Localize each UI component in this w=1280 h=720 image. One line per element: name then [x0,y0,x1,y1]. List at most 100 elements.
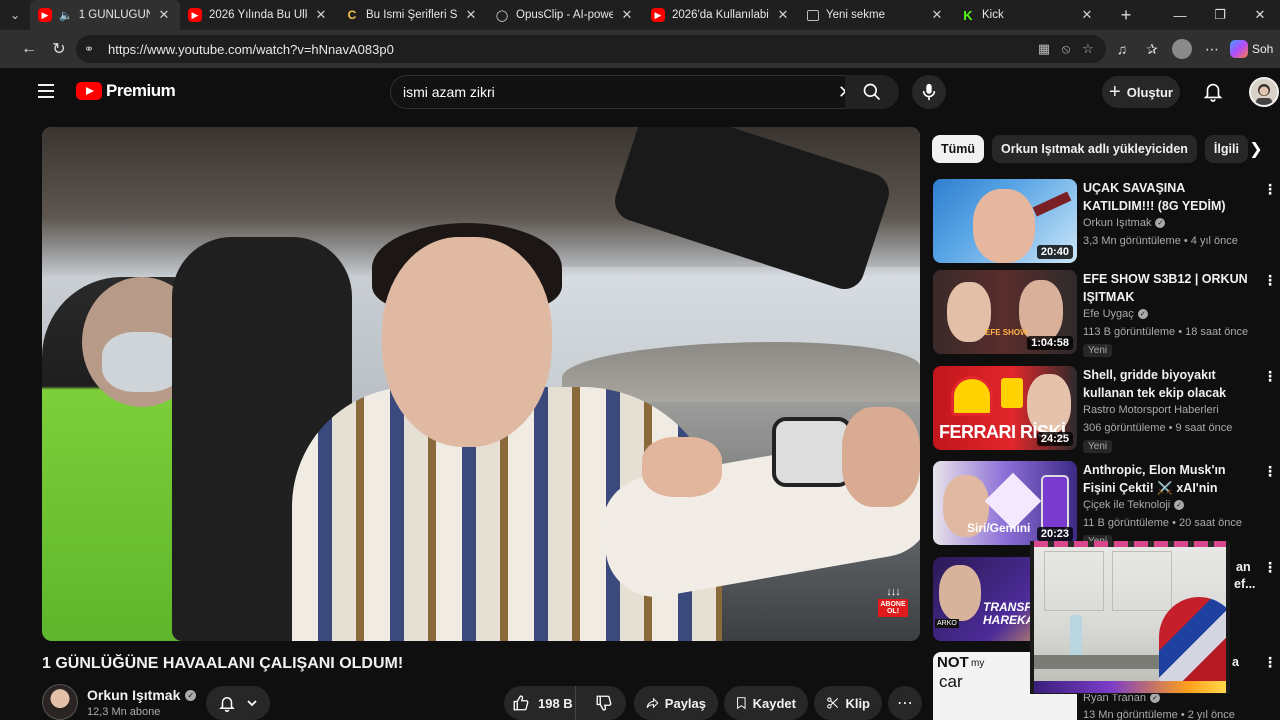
search-button[interactable] [845,75,899,109]
browser-tab-6[interactable]: Yeni sekme ✕ [799,0,953,30]
video-thumbnail[interactable]: FERRARI RİSKİ 24:25 [933,366,1077,450]
recommendation-meta: 113 B görüntüleme • 18 saat önce [1083,326,1249,338]
window-controls: — ❐ ✕ [1160,0,1280,30]
close-tab-icon[interactable]: ✕ [313,7,329,23]
browser-tab-7[interactable]: K Kick ✕ [953,0,1103,30]
video-duration: 1:04:58 [1027,336,1073,350]
voice-search-button[interactable] [912,75,946,109]
site-info-icon[interactable]: ⚭ [84,42,102,56]
streamer-figure [1159,597,1226,690]
close-tab-icon[interactable]: ✕ [929,7,945,23]
video-thumbnail[interactable]: EFE SHOW 1:04:58 [933,270,1077,354]
related-filter-chips: Tümü Orkun Işıtmak adlı yükleyiciden İlg… [932,135,1248,163]
favorites-icon[interactable]: ✰ [1140,34,1164,64]
kebab-menu-icon[interactable]: ⋮ [1263,272,1277,289]
share-label: Paylaş [664,695,706,711]
youtube-header: Premium ✕ + Oluştur [14,68,1280,120]
webcam-frame-top [1034,541,1226,547]
recommendation-item[interactable]: Siri/Gemini 20:23 Anthropic, Elon Musk'ı… [933,461,1277,548]
kebab-menu-icon[interactable]: ⋮ [1263,654,1277,671]
minimize-icon[interactable]: — [1160,0,1200,30]
recommendation-title: EFE SHOW S3B12 | ORKUN IŞITMAK [1083,272,1248,304]
maximize-icon[interactable]: ❐ [1200,0,1240,30]
kebab-menu-icon[interactable]: ⋮ [1263,368,1277,385]
search-icon [863,83,881,101]
new-badge: Yeni [1083,440,1113,453]
bookmark-icon [737,697,746,710]
notifications-bell-icon[interactable] [1202,80,1226,104]
dislike-button[interactable] [582,694,626,712]
url-field[interactable]: ⚭ https://www.youtube.com/watch?v=hNnavA… [76,35,1106,63]
hamburger-menu-icon[interactable] [38,84,54,98]
like-count: 198 B [538,695,573,711]
more-actions-icon[interactable]: ⋯ [888,686,922,720]
reload-icon[interactable]: ↻ [44,34,74,64]
favorite-star-icon[interactable]: ☆ [1080,41,1096,57]
account-avatar[interactable] [1249,77,1279,107]
thumbnail-text: Siri/Gemini [967,521,1031,535]
chevron-right-icon[interactable]: ❯ [1242,135,1270,163]
thumbs-up-icon [513,695,529,711]
subscribe-watermark[interactable]: ↓↓↓ ABONE OL! [876,587,910,621]
recommendation-item[interactable]: EFE SHOW 1:04:58 EFE SHOW S3B12 | ORKUN … [933,270,1277,357]
new-tab-plus-icon[interactable]: + [1111,5,1141,26]
close-tab-icon[interactable]: ✕ [1079,7,1095,23]
copilot-icon [1230,40,1248,58]
channel-avatar[interactable] [42,684,78,720]
browser-tab-5[interactable]: ▶ 2026'da Kullanılabileceği ✕ [643,0,799,30]
more-menu-icon[interactable]: ⋯ [1200,34,1224,64]
verified-check-icon: ✓ [1137,309,1148,319]
video-title: 1 GÜNLÜĞÜNE HAVAALANI ÇALIŞANI OLDUM! [42,655,404,672]
channel-name-link[interactable]: Orkun Işıtmak ✓ [87,687,197,703]
webcam-frame-bottom [1034,681,1226,693]
browser-tab-1[interactable]: ▶ 🔈 1 GÜNLÜĞÜNE HA ✕ [30,0,180,30]
browser-tab-2[interactable]: ▶ 2026 Yılında Bu Ülkeler ✕ [180,0,337,30]
like-button[interactable]: 198 B [504,686,577,720]
browser-tab-4[interactable]: ◯ OpusClip - AI-powered ✕ [487,0,643,30]
chip-from-uploader[interactable]: Orkun Işıtmak adlı yükleyiciden [992,135,1197,163]
speaker-icon[interactable]: 🔈 [59,9,73,22]
tab-title: Bu İsmi Şerifleri Sabah [366,9,457,21]
back-arrow-icon[interactable]: ← [14,34,44,64]
subscription-notifications-button[interactable] [206,686,270,720]
close-tab-icon[interactable]: ✕ [775,7,791,23]
video-player[interactable]: ↓↓↓ ABONE OL! [42,127,920,641]
chip-all[interactable]: Tümü [932,135,985,163]
save-label: Kaydet [752,695,796,711]
youtube-premium-logo[interactable]: Premium [76,81,176,101]
kick-favicon-icon: K [963,7,973,23]
close-tab-icon[interactable]: ✕ [463,7,479,23]
browser-tab-3[interactable]: C Bu İsmi Şerifleri Sabah ✕ [337,0,487,30]
share-button[interactable]: Paylaş [634,686,718,720]
tracking-prevention-icon[interactable]: ⦸ [1058,41,1074,57]
video-thumbnail[interactable]: 20:40 [933,179,1077,263]
kebab-menu-icon[interactable]: ⋮ [1263,559,1277,576]
verified-check-icon: ✓ [1149,693,1160,703]
recommendation-meta: 306 görüntüleme • 9 saat önce [1083,422,1233,434]
save-button[interactable]: Kaydet [724,686,808,720]
search-input[interactable] [391,84,801,100]
plus-icon: + [1109,80,1121,103]
app-grid-icon[interactable]: ▦ [1036,41,1052,57]
subscriber-count: 12,3 Mn abone [87,706,161,718]
webcam-overlay [1030,541,1230,694]
profile-avatar-icon[interactable] [1170,34,1194,64]
close-window-icon[interactable]: ✕ [1240,0,1280,30]
video-thumbnail[interactable]: Siri/Gemini 20:23 [933,461,1077,545]
media-control-icon[interactable]: ♫ [1110,34,1134,64]
kebab-menu-icon[interactable]: ⋮ [1263,463,1277,480]
create-button[interactable]: + Oluştur [1102,76,1180,108]
clip-button[interactable]: Klip [814,686,882,720]
close-tab-icon[interactable]: ✕ [156,7,172,23]
subscribe-watermark-label: ABONE OL! [878,599,908,617]
copilot-button[interactable]: Soh [1230,40,1273,58]
kebab-menu-icon[interactable]: ⋮ [1263,181,1277,198]
phone-icon [1041,475,1069,531]
close-tab-icon[interactable]: ✕ [619,7,635,23]
tab-list-chevron-icon[interactable]: ⌄ [0,0,30,30]
recommendation-item[interactable]: FERRARI RİSKİ 24:25 Shell, gridde biyoya… [933,366,1277,453]
recommendation-item[interactable]: 20:40 UÇAK SAVAŞINA KATILDIM!!! (8G YEDİ… [933,179,1277,265]
youtube-favicon-icon: ▶ [38,8,52,22]
recommendation-channel-row: Orkun Işıtmak ✓ [1083,217,1166,229]
clip-label: Klip [845,695,870,711]
